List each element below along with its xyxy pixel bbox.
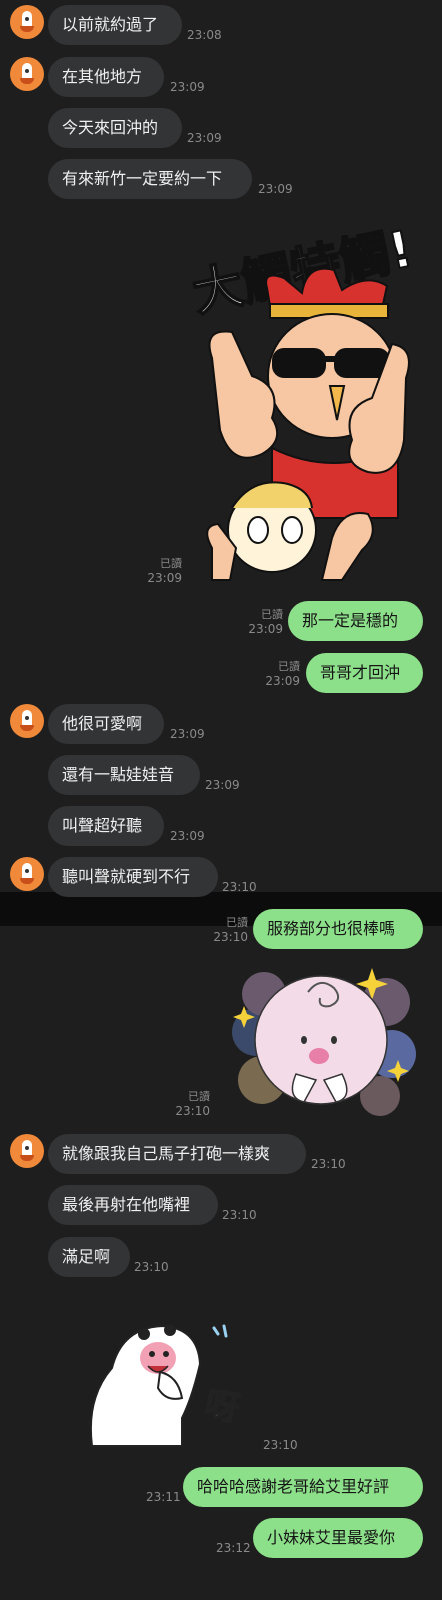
contact-avatar-icon[interactable]: [10, 5, 44, 39]
message-time: 23:10: [175, 1104, 210, 1118]
incoming-message[interactable]: 有來新竹一定要約一下: [48, 159, 252, 199]
message-time: 23:09: [205, 778, 240, 792]
incoming-message[interactable]: 還有一點娃娃音: [48, 755, 200, 795]
message-time: 23:10: [134, 1260, 169, 1274]
message-time: 23:12: [216, 1541, 251, 1555]
incoming-message[interactable]: 今天來回沖的: [48, 108, 182, 148]
incoming-message[interactable]: 聽叫聲就硬到不行: [48, 857, 218, 897]
sticker-caption: 呀: [201, 1384, 243, 1430]
incoming-message[interactable]: 滿足啊: [48, 1237, 130, 1277]
read-receipt: 已讀: [188, 1090, 210, 1103]
read-receipt: 已讀: [261, 608, 283, 621]
incoming-message[interactable]: 叫聲超好聽: [48, 806, 164, 846]
incoming-message[interactable]: 就像跟我自己馬子打砲一樣爽: [48, 1134, 306, 1174]
outgoing-message[interactable]: 小妹妹艾里最愛你: [253, 1518, 423, 1558]
outgoing-message[interactable]: 哥哥才回沖: [306, 653, 423, 693]
incoming-message[interactable]: 最後再射在他嘴裡: [48, 1185, 218, 1225]
contact-avatar-icon[interactable]: [10, 57, 44, 91]
message-meta: 已讀 23:09: [258, 660, 300, 688]
message-time: 23:11: [146, 1490, 181, 1504]
message-time: 23:08: [187, 28, 222, 42]
read-receipt: 已讀: [226, 916, 248, 929]
message-time: 23:09: [147, 571, 182, 585]
thumbs-up-sticker[interactable]: 大觸特觸!: [192, 208, 418, 588]
message-meta: 已讀 23:10: [205, 916, 248, 944]
message-time: 23:09: [170, 727, 205, 741]
message-time: 23:09: [248, 622, 283, 636]
message-time: 23:09: [258, 182, 293, 196]
incoming-message[interactable]: 以前就約過了: [48, 5, 182, 45]
message-time: 23:10: [222, 1208, 257, 1222]
message-meta: 已讀 23:09: [140, 557, 182, 585]
read-receipt: 已讀: [160, 557, 182, 570]
read-receipt: 已讀: [278, 660, 300, 673]
message-meta: 已讀 23:09: [240, 608, 283, 636]
message-time: 23:10: [222, 880, 257, 894]
contact-avatar-icon[interactable]: [10, 1134, 44, 1168]
sheep-sticker[interactable]: [226, 962, 416, 1122]
white-creature-sticker[interactable]: 呀: [82, 1318, 262, 1448]
message-time: 23:10: [213, 930, 248, 944]
contact-avatar-icon[interactable]: [10, 704, 44, 738]
outgoing-message[interactable]: 哈哈哈感謝老哥給艾里好評: [183, 1467, 423, 1507]
contact-avatar-icon[interactable]: [10, 857, 44, 891]
message-time: 23:10: [263, 1438, 298, 1452]
outgoing-message[interactable]: 服務部分也很棒嗎: [253, 909, 423, 949]
message-time: 23:09: [170, 829, 205, 843]
message-meta: 已讀 23:10: [168, 1090, 210, 1118]
message-time: 23:10: [311, 1157, 346, 1171]
message-time: 23:09: [187, 131, 222, 145]
incoming-message[interactable]: 他很可愛啊: [48, 704, 164, 744]
outgoing-message[interactable]: 那一定是穩的: [288, 601, 423, 641]
incoming-message[interactable]: 在其他地方: [48, 57, 164, 97]
message-time: 23:09: [265, 674, 300, 688]
message-time: 23:09: [170, 80, 205, 94]
